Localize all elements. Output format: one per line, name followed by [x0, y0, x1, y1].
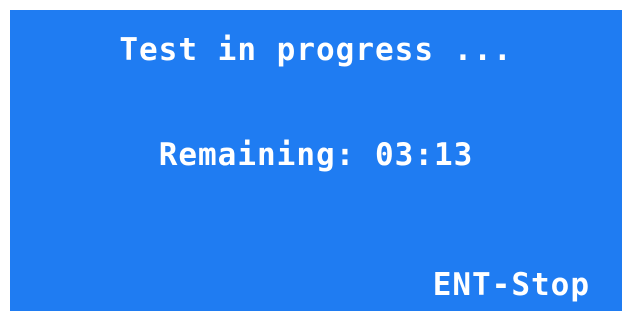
remaining-time-text: Remaining: 03:13 [158, 137, 474, 173]
ent-stop-softkey[interactable]: ENT-Stop [433, 267, 590, 303]
test-status-text: Test in progress ... [119, 32, 513, 68]
lcd-screen: Test in progress ... Remaining: 03:13 EN… [10, 10, 622, 311]
